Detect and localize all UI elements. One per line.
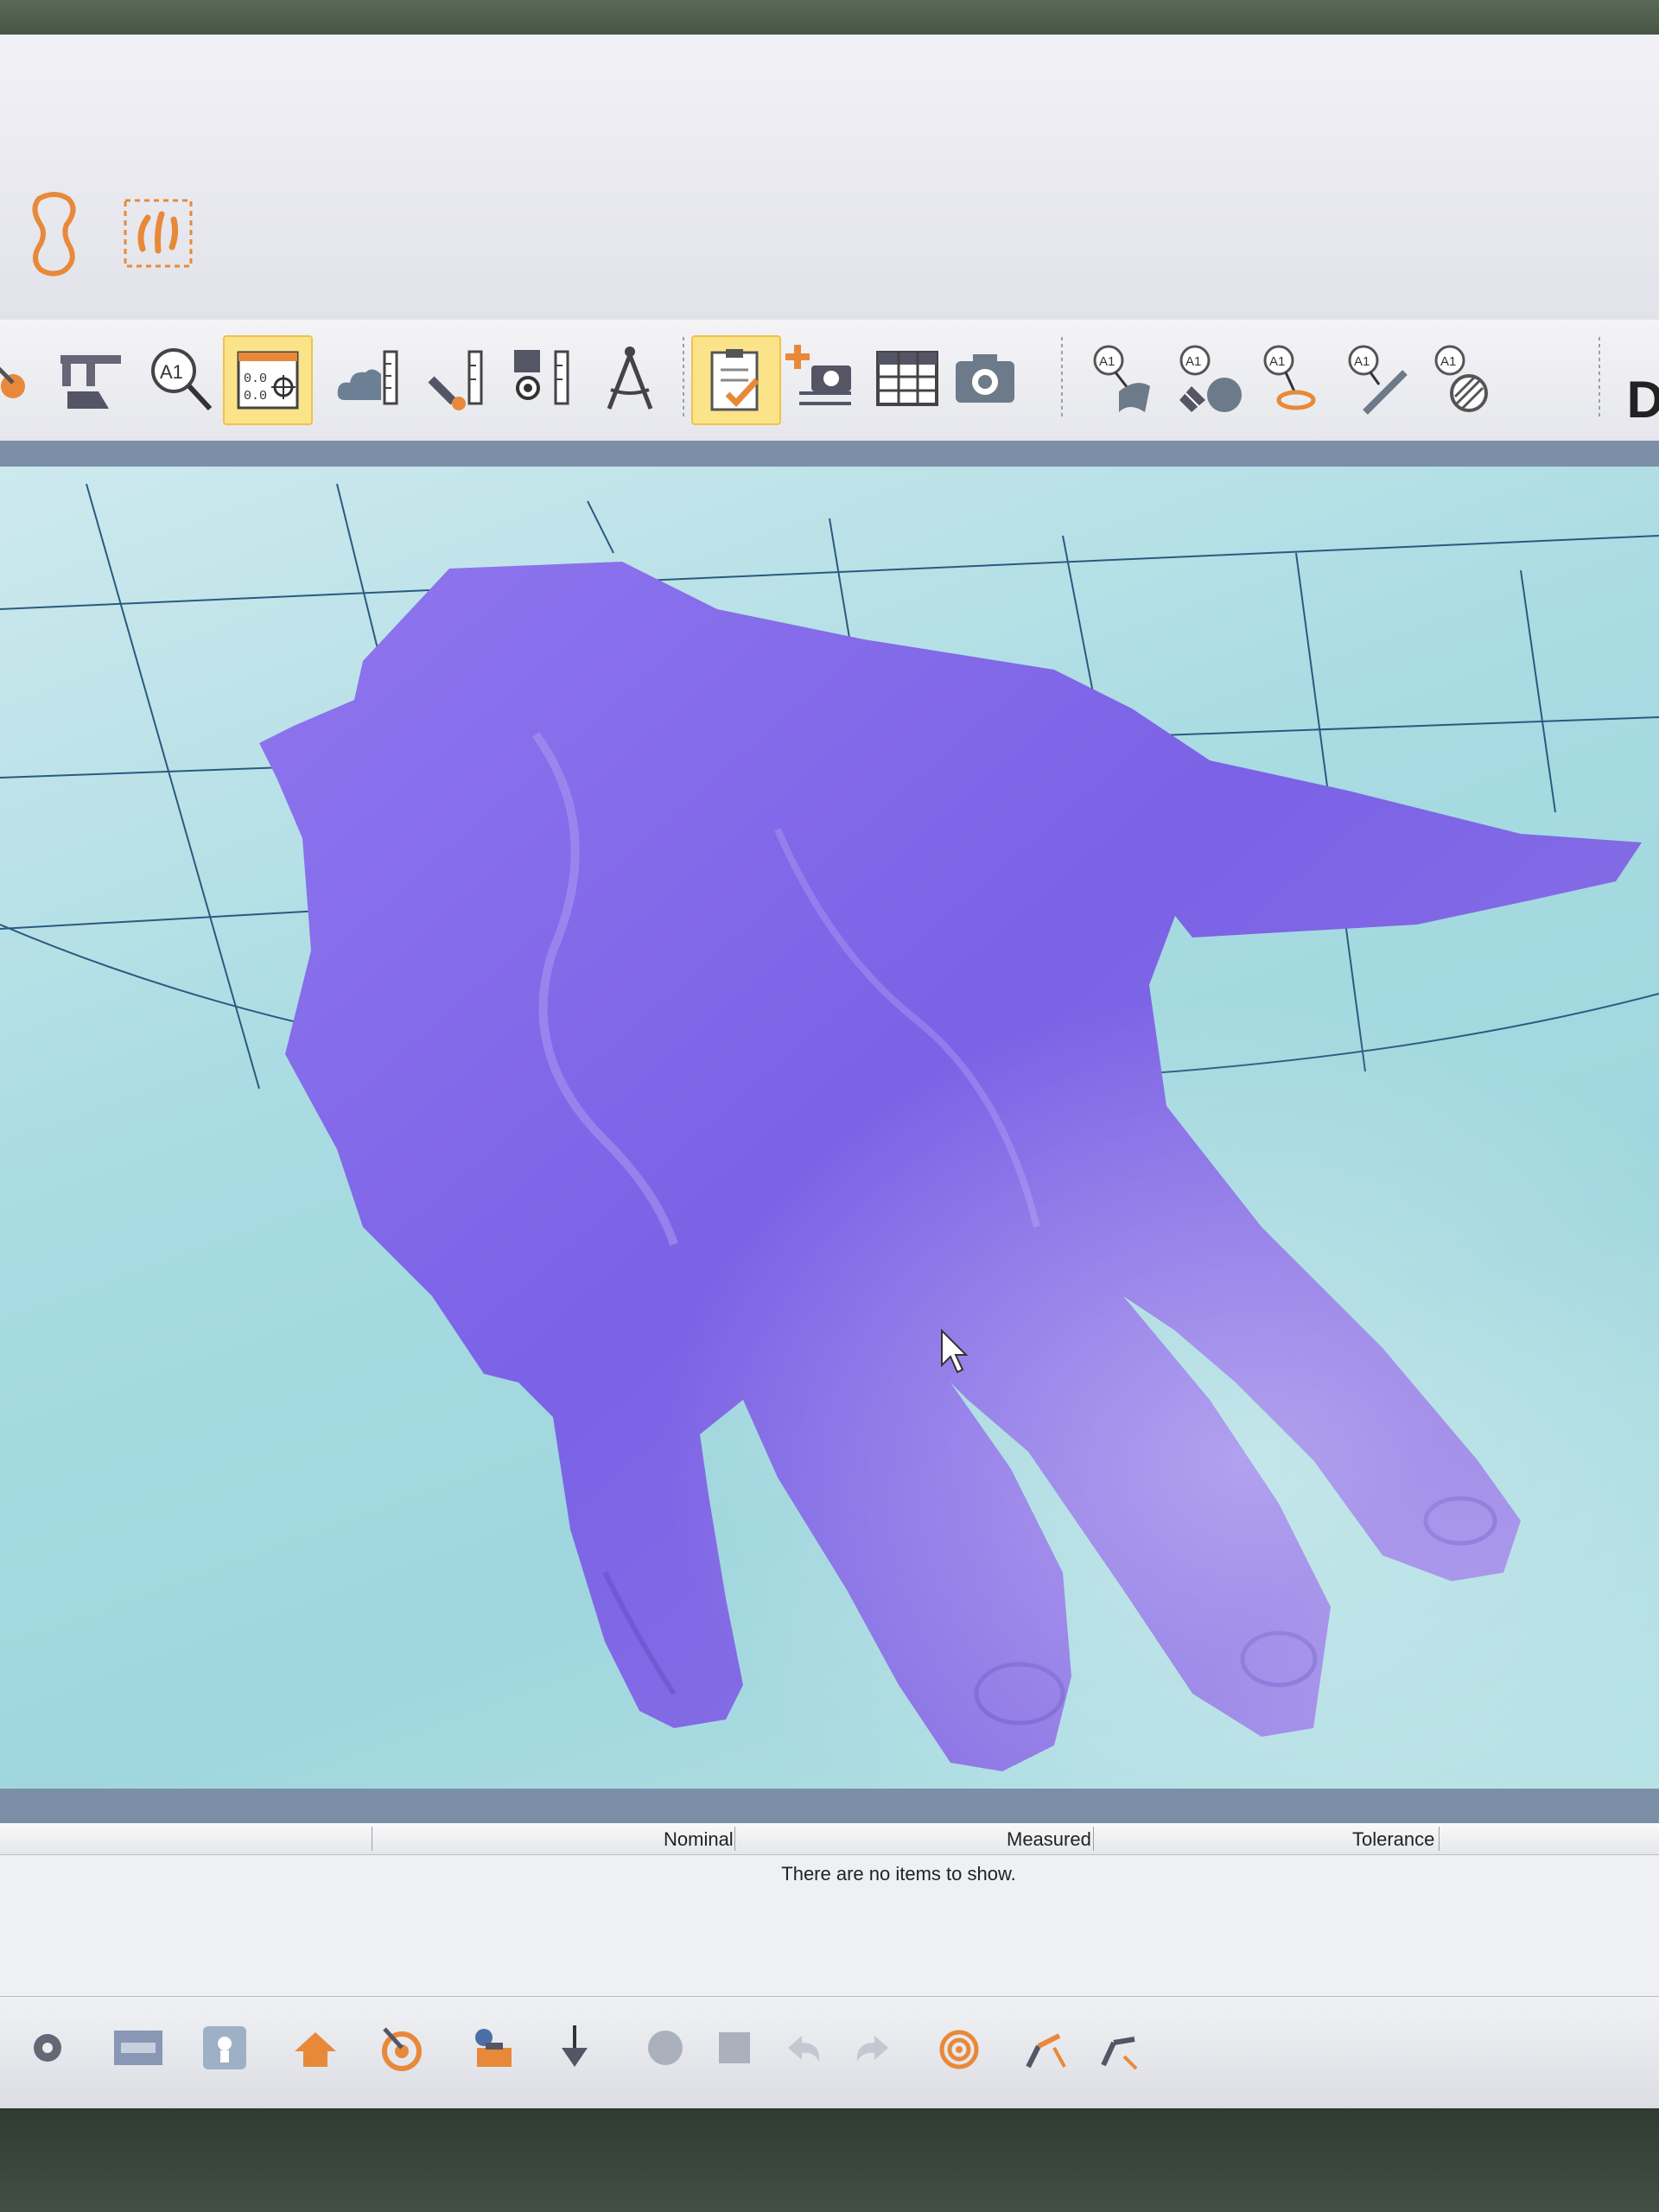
scene-canvas bbox=[0, 467, 1659, 1789]
viewport-footer-strip bbox=[0, 1789, 1659, 1823]
ribbon-upper bbox=[0, 35, 1659, 321]
monitor-bezel-bottom bbox=[0, 2108, 1659, 2212]
svg-text:A1: A1 bbox=[1354, 354, 1370, 369]
column-header-nominal[interactable]: Nominal bbox=[664, 1828, 734, 1851]
column-header-tolerance[interactable]: Tolerance bbox=[1352, 1828, 1434, 1851]
redo-icon[interactable] bbox=[842, 2018, 903, 2078]
boundary-selection-icon[interactable] bbox=[24, 186, 85, 281]
app-window: A1 0.0 0.0 A1 A1 A1 A1 A1 D Nominal Meas… bbox=[0, 35, 1659, 2108]
annotate-section-icon[interactable]: A1 bbox=[1421, 335, 1508, 422]
target-align-icon[interactable] bbox=[372, 2018, 432, 2078]
box-shape-icon[interactable] bbox=[704, 2018, 765, 2078]
cloud-ruler-icon[interactable] bbox=[328, 335, 415, 422]
viewport-header-strip bbox=[0, 441, 1659, 467]
annotate-line-icon[interactable]: A1 bbox=[1335, 335, 1421, 422]
settings-gear-icon[interactable] bbox=[17, 2018, 78, 2078]
coordinate-target-icon[interactable]: 0.0 0.0 bbox=[223, 335, 313, 425]
empty-table-message: There are no items to show. bbox=[781, 1863, 1016, 1885]
annotate-grid-icon[interactable]: A1 bbox=[1166, 335, 1253, 422]
robot-arm-icon[interactable] bbox=[1015, 2018, 1076, 2078]
home-view-icon[interactable] bbox=[285, 2018, 346, 2078]
toolbar-divider bbox=[1599, 337, 1600, 420]
annotate-point-icon[interactable]: A1 bbox=[1249, 335, 1335, 422]
robot-path-icon[interactable] bbox=[1089, 2018, 1149, 2078]
hand-scan-mesh[interactable] bbox=[0, 467, 1659, 1789]
deviation-color-icon[interactable] bbox=[929, 2018, 989, 2078]
ribbon-partial-label: D bbox=[1626, 371, 1659, 429]
camera-icon[interactable] bbox=[942, 335, 1028, 422]
feature-ruler-icon[interactable] bbox=[501, 335, 588, 422]
sphere-shape-icon[interactable] bbox=[635, 2018, 696, 2078]
annotation-zoom-icon[interactable]: A1 bbox=[137, 335, 223, 422]
column-divider bbox=[734, 1827, 735, 1851]
table-icon[interactable] bbox=[864, 335, 950, 422]
checklist-icon[interactable] bbox=[691, 335, 781, 425]
svg-text:0.0: 0.0 bbox=[244, 389, 267, 404]
grid-settings-icon[interactable] bbox=[108, 2018, 168, 2078]
table-header: Nominal Measured Tolerance bbox=[0, 1823, 1659, 1855]
caliper-icon[interactable] bbox=[48, 335, 134, 422]
compass-icon[interactable] bbox=[588, 335, 674, 422]
3d-viewport[interactable] bbox=[0, 467, 1659, 1789]
svg-text:A1: A1 bbox=[1269, 354, 1285, 369]
svg-text:A1: A1 bbox=[1440, 354, 1456, 369]
column-divider bbox=[1439, 1827, 1440, 1851]
measurement-toolbar: A1 0.0 0.0 A1 A1 A1 A1 A1 D bbox=[0, 320, 1659, 442]
column-divider bbox=[1093, 1827, 1094, 1851]
point-ruler-icon[interactable] bbox=[415, 335, 501, 422]
bottom-toolbar bbox=[0, 1996, 1659, 2108]
annotate-surface-icon[interactable]: A1 bbox=[1080, 335, 1166, 422]
drill-down-icon[interactable] bbox=[544, 2018, 605, 2078]
svg-text:A1: A1 bbox=[160, 361, 183, 383]
add-camera-icon[interactable] bbox=[778, 335, 864, 422]
svg-text:A1: A1 bbox=[1099, 354, 1115, 369]
results-table: Nominal Measured Tolerance There are no … bbox=[0, 1823, 1659, 1996]
region-selection-icon[interactable] bbox=[119, 194, 197, 272]
toolbar-divider bbox=[683, 337, 684, 420]
lighting-icon[interactable] bbox=[194, 2018, 255, 2078]
column-header-measured[interactable]: Measured bbox=[1007, 1828, 1091, 1851]
toolbar-divider bbox=[1061, 337, 1063, 420]
svg-text:0.0: 0.0 bbox=[244, 372, 267, 386]
undo-icon[interactable] bbox=[773, 2018, 834, 2078]
svg-text:A1: A1 bbox=[1185, 354, 1201, 369]
toolbox-icon[interactable] bbox=[462, 2018, 523, 2078]
